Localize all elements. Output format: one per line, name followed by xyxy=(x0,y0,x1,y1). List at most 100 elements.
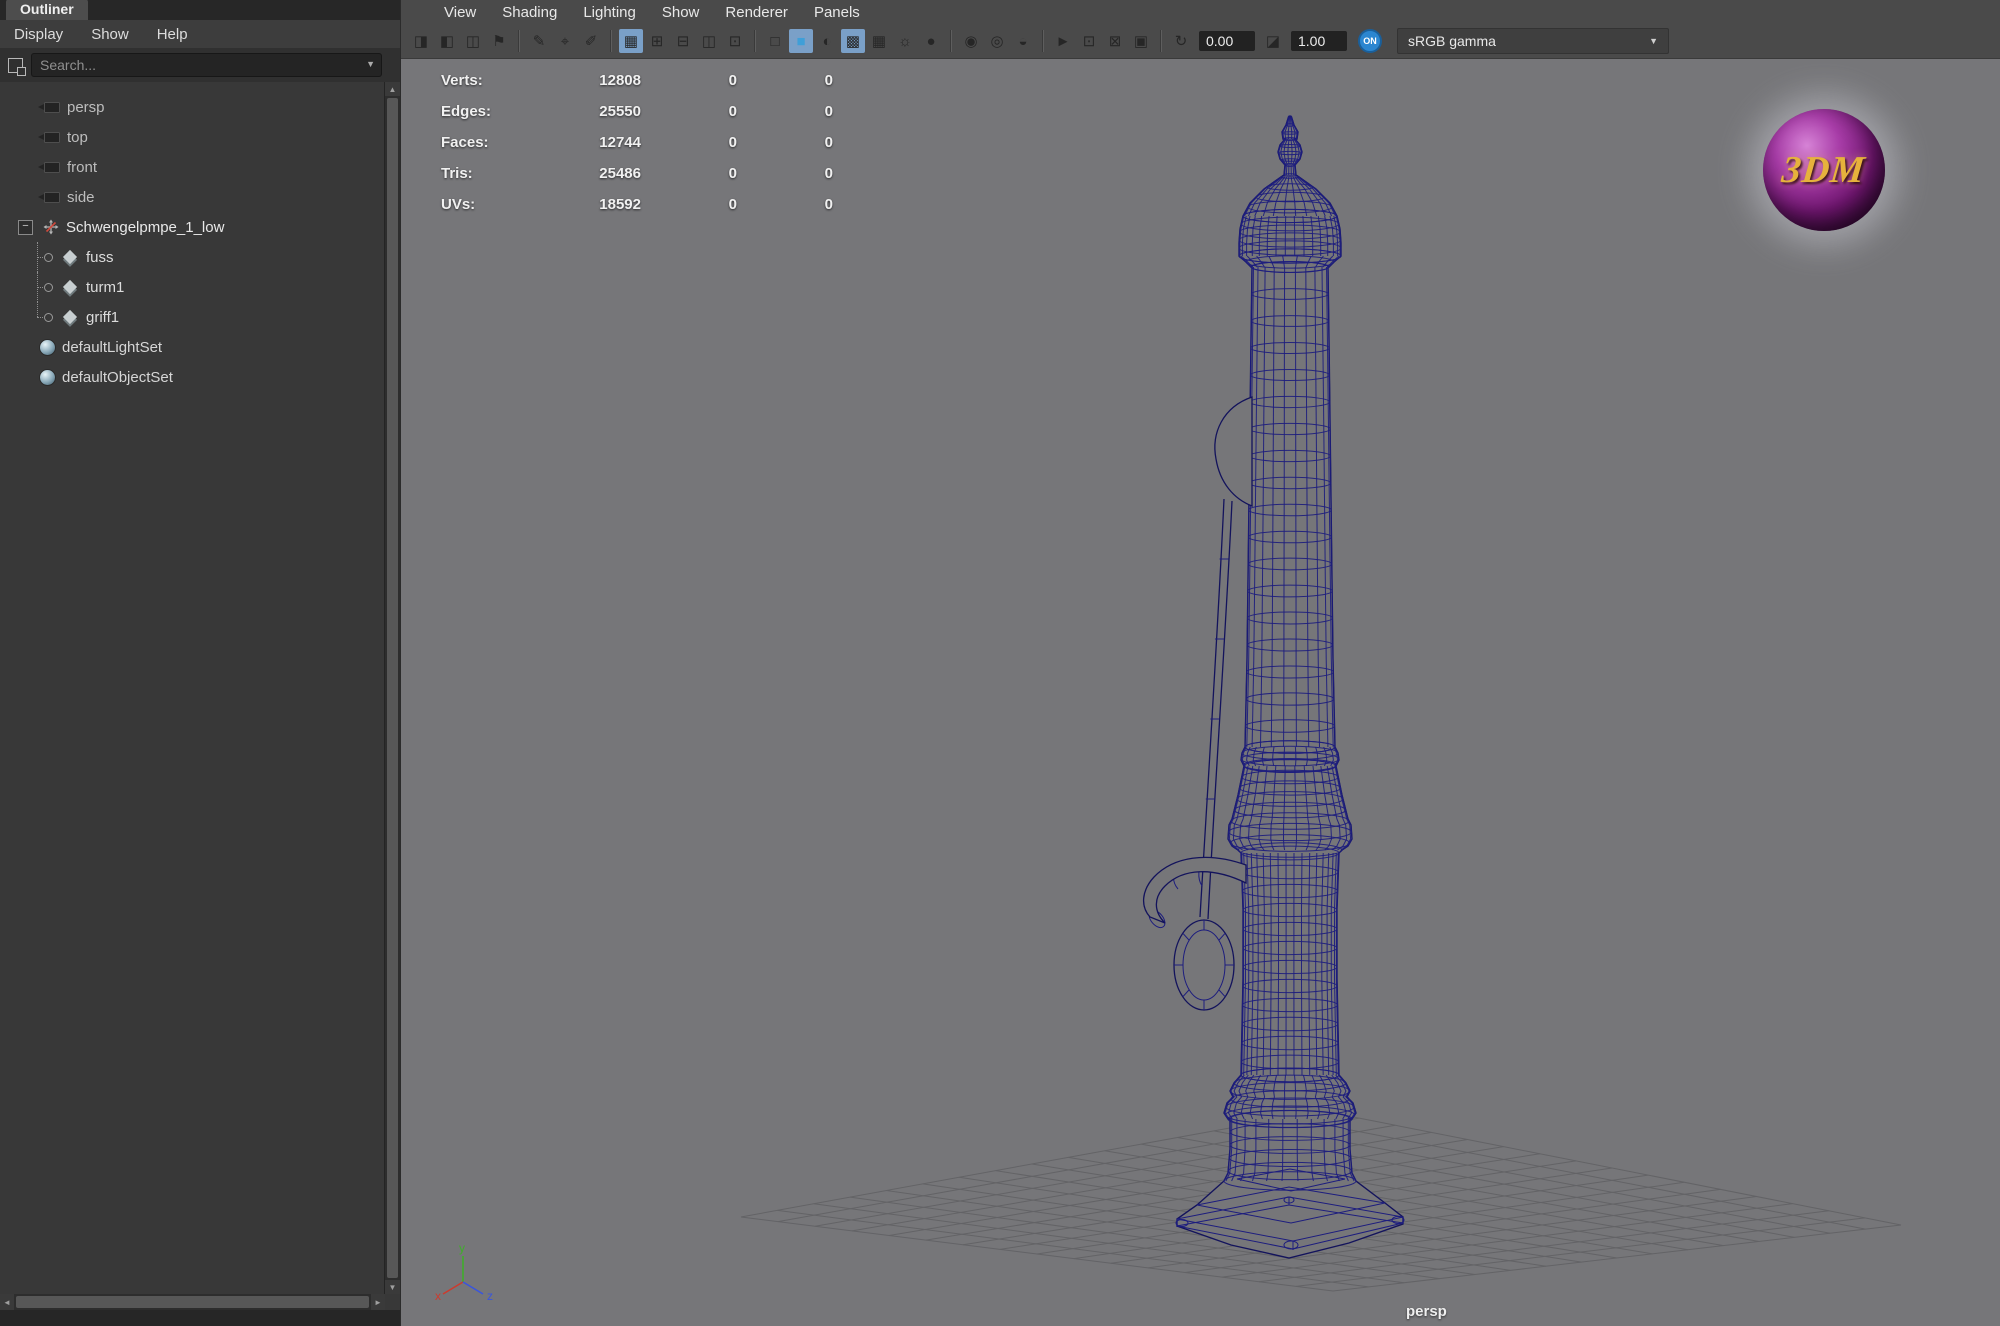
outliner-search-row: ▼ xyxy=(0,48,400,82)
chevron-down-icon: ▼ xyxy=(1649,36,1658,46)
gamma-field[interactable]: 1.00 xyxy=(1291,31,1347,51)
image-plane-icon[interactable]: ▣ xyxy=(1129,29,1153,53)
menu-panels[interactable]: Panels xyxy=(801,4,873,21)
item-label: top xyxy=(67,128,88,146)
item-label: turm1 xyxy=(86,278,125,296)
pivot-tool-icon[interactable]: ⌖ xyxy=(553,29,577,53)
search-input[interactable] xyxy=(31,53,382,77)
axis-z-label: z xyxy=(487,1289,493,1302)
outliner-item-griff1[interactable]: griff1 xyxy=(0,302,385,332)
tab-outliner[interactable]: Outliner xyxy=(6,0,88,20)
menu-view[interactable]: View xyxy=(431,4,489,21)
hud-label: UVs: xyxy=(441,196,476,213)
outliner-item-front[interactable]: front xyxy=(0,152,385,182)
camera-select-icon[interactable]: ◫ xyxy=(461,29,485,53)
single-pane-layout-icon[interactable]: ▦ xyxy=(619,29,643,53)
menu-lighting[interactable]: Lighting xyxy=(570,4,649,21)
menu-show[interactable]: Show xyxy=(77,26,143,43)
hud-value: 12808 xyxy=(599,72,641,89)
item-label: defaultObjectSet xyxy=(62,368,173,386)
outliner-item-defaultobjectset[interactable]: defaultObjectSet xyxy=(0,362,385,392)
multisample-icon[interactable]: ◒ xyxy=(1011,29,1035,53)
hud-label: Verts: xyxy=(441,72,483,89)
outliner-item-turm1[interactable]: turm1 xyxy=(0,272,385,302)
axis-x-label: x xyxy=(435,1289,441,1302)
horizontal-scrollbar-thumb[interactable] xyxy=(16,1296,369,1308)
toolbar-separator xyxy=(610,30,612,52)
checker-map-icon[interactable]: ▦ xyxy=(867,29,891,53)
menu-shading[interactable]: Shading xyxy=(489,4,570,21)
motion-blur-icon[interactable]: ◎ xyxy=(985,29,1009,53)
outliner-horizontal-scrollbar[interactable]: ◄ ► xyxy=(0,1294,385,1310)
light-set-icon xyxy=(40,339,55,355)
menu-renderer[interactable]: Renderer xyxy=(712,4,801,21)
outliner-item-fuss[interactable]: fuss xyxy=(0,242,385,272)
textured-mode-icon[interactable]: ▩ xyxy=(841,29,865,53)
pencil-tool-icon[interactable]: ✎ xyxy=(527,29,551,53)
shade-wire-mode-icon[interactable]: ◐ xyxy=(815,29,839,53)
scroll-down-icon[interactable]: ▼ xyxy=(385,1280,400,1294)
mesh-icon xyxy=(62,279,78,295)
hud-value: 0 xyxy=(824,103,833,120)
exposure-field[interactable]: 0.00 xyxy=(1199,31,1255,51)
use-all-lights-icon[interactable]: ☼ xyxy=(893,29,917,53)
four-pane-layout-icon[interactable]: ⊞ xyxy=(645,29,669,53)
mesh-icon xyxy=(62,249,78,265)
outliner-item-schwengelpmpe-1-low[interactable]: − Schwengelpmpe_1_low xyxy=(0,212,385,242)
camera-bookmark-icon[interactable]: ◨ xyxy=(409,29,433,53)
outliner-bottom-strip xyxy=(0,1310,400,1326)
frame-all-icon[interactable]: ⊠ xyxy=(1103,29,1127,53)
wireframe-mode-icon[interactable]: □ xyxy=(763,29,787,53)
chevron-down-icon[interactable]: ▼ xyxy=(366,59,375,69)
menu-help[interactable]: Help xyxy=(143,26,202,43)
tree-branch-line xyxy=(30,272,54,302)
exposure-icon[interactable]: ↻ xyxy=(1169,29,1193,53)
tree-branch-line xyxy=(30,242,54,272)
smooth-shade-mode-icon[interactable]: ■ xyxy=(789,29,813,53)
hud-value: 0 xyxy=(728,134,737,151)
screen-space-ao-icon[interactable]: ◉ xyxy=(959,29,983,53)
scroll-right-icon[interactable]: ► xyxy=(371,1294,385,1310)
outliner-item-side[interactable]: side xyxy=(0,182,385,212)
hud-value: 0 xyxy=(824,165,833,182)
hud-label: Faces: xyxy=(441,134,489,151)
two-pane-layout-icon[interactable]: ⊟ xyxy=(671,29,695,53)
item-label: front xyxy=(67,158,98,176)
toolbar-separator xyxy=(518,30,520,52)
hud-value: 0 xyxy=(824,134,833,151)
frame-selected-icon[interactable]: ⊡ xyxy=(1077,29,1101,53)
scroll-up-icon[interactable]: ▲ xyxy=(385,82,400,96)
shadows-icon[interactable]: ● xyxy=(919,29,943,53)
outliner-item-top[interactable]: top xyxy=(0,122,385,152)
select-highlight-icon[interactable]: ► xyxy=(1051,29,1075,53)
outliner-item-persp[interactable]: persp xyxy=(0,92,385,122)
brush-tool-icon[interactable]: ✐ xyxy=(579,29,603,53)
camera-icon xyxy=(38,161,60,173)
color-management-toggle[interactable]: ON xyxy=(1358,29,1382,53)
scroll-left-icon[interactable]: ◄ xyxy=(0,1294,14,1310)
hud-value: 18592 xyxy=(599,196,641,213)
bookmark-flag-icon[interactable]: ⚑ xyxy=(487,29,511,53)
mesh-icon xyxy=(62,309,78,325)
camera-icon xyxy=(38,131,60,143)
outliner-item-defaultlightset[interactable]: defaultLightSet xyxy=(0,332,385,362)
vertical-scrollbar-thumb[interactable] xyxy=(387,98,398,1278)
split-pane-layout-icon[interactable]: ◫ xyxy=(697,29,721,53)
item-label: Schwengelpmpe_1_low xyxy=(66,218,225,236)
menu-display[interactable]: Display xyxy=(0,26,77,43)
collapse-expander-icon[interactable]: − xyxy=(18,219,33,235)
outliner-menubar: Display Show Help xyxy=(0,20,400,48)
viewport-canvas[interactable]: Verts: 12808 0 0 Edges: 25550 0 0 Faces:… xyxy=(401,59,2000,1326)
camera-add-icon[interactable]: ◧ xyxy=(435,29,459,53)
menu-show[interactable]: Show xyxy=(649,4,713,21)
object-set-icon xyxy=(40,369,55,385)
filter-icon[interactable] xyxy=(8,57,26,76)
outliner-vertical-scrollbar[interactable]: ▲ ▼ xyxy=(384,82,400,1294)
hud-value: 0 xyxy=(824,196,833,213)
toolbar-separator xyxy=(1042,30,1044,52)
hud-value: 12744 xyxy=(599,134,641,151)
pane-text-icon[interactable]: ⊡ xyxy=(723,29,747,53)
hud-value: 0 xyxy=(728,196,737,213)
gamma-icon[interactable]: ◪ xyxy=(1261,29,1285,53)
view-transform-dropdown[interactable]: sRGB gamma ▼ xyxy=(1397,28,1669,54)
